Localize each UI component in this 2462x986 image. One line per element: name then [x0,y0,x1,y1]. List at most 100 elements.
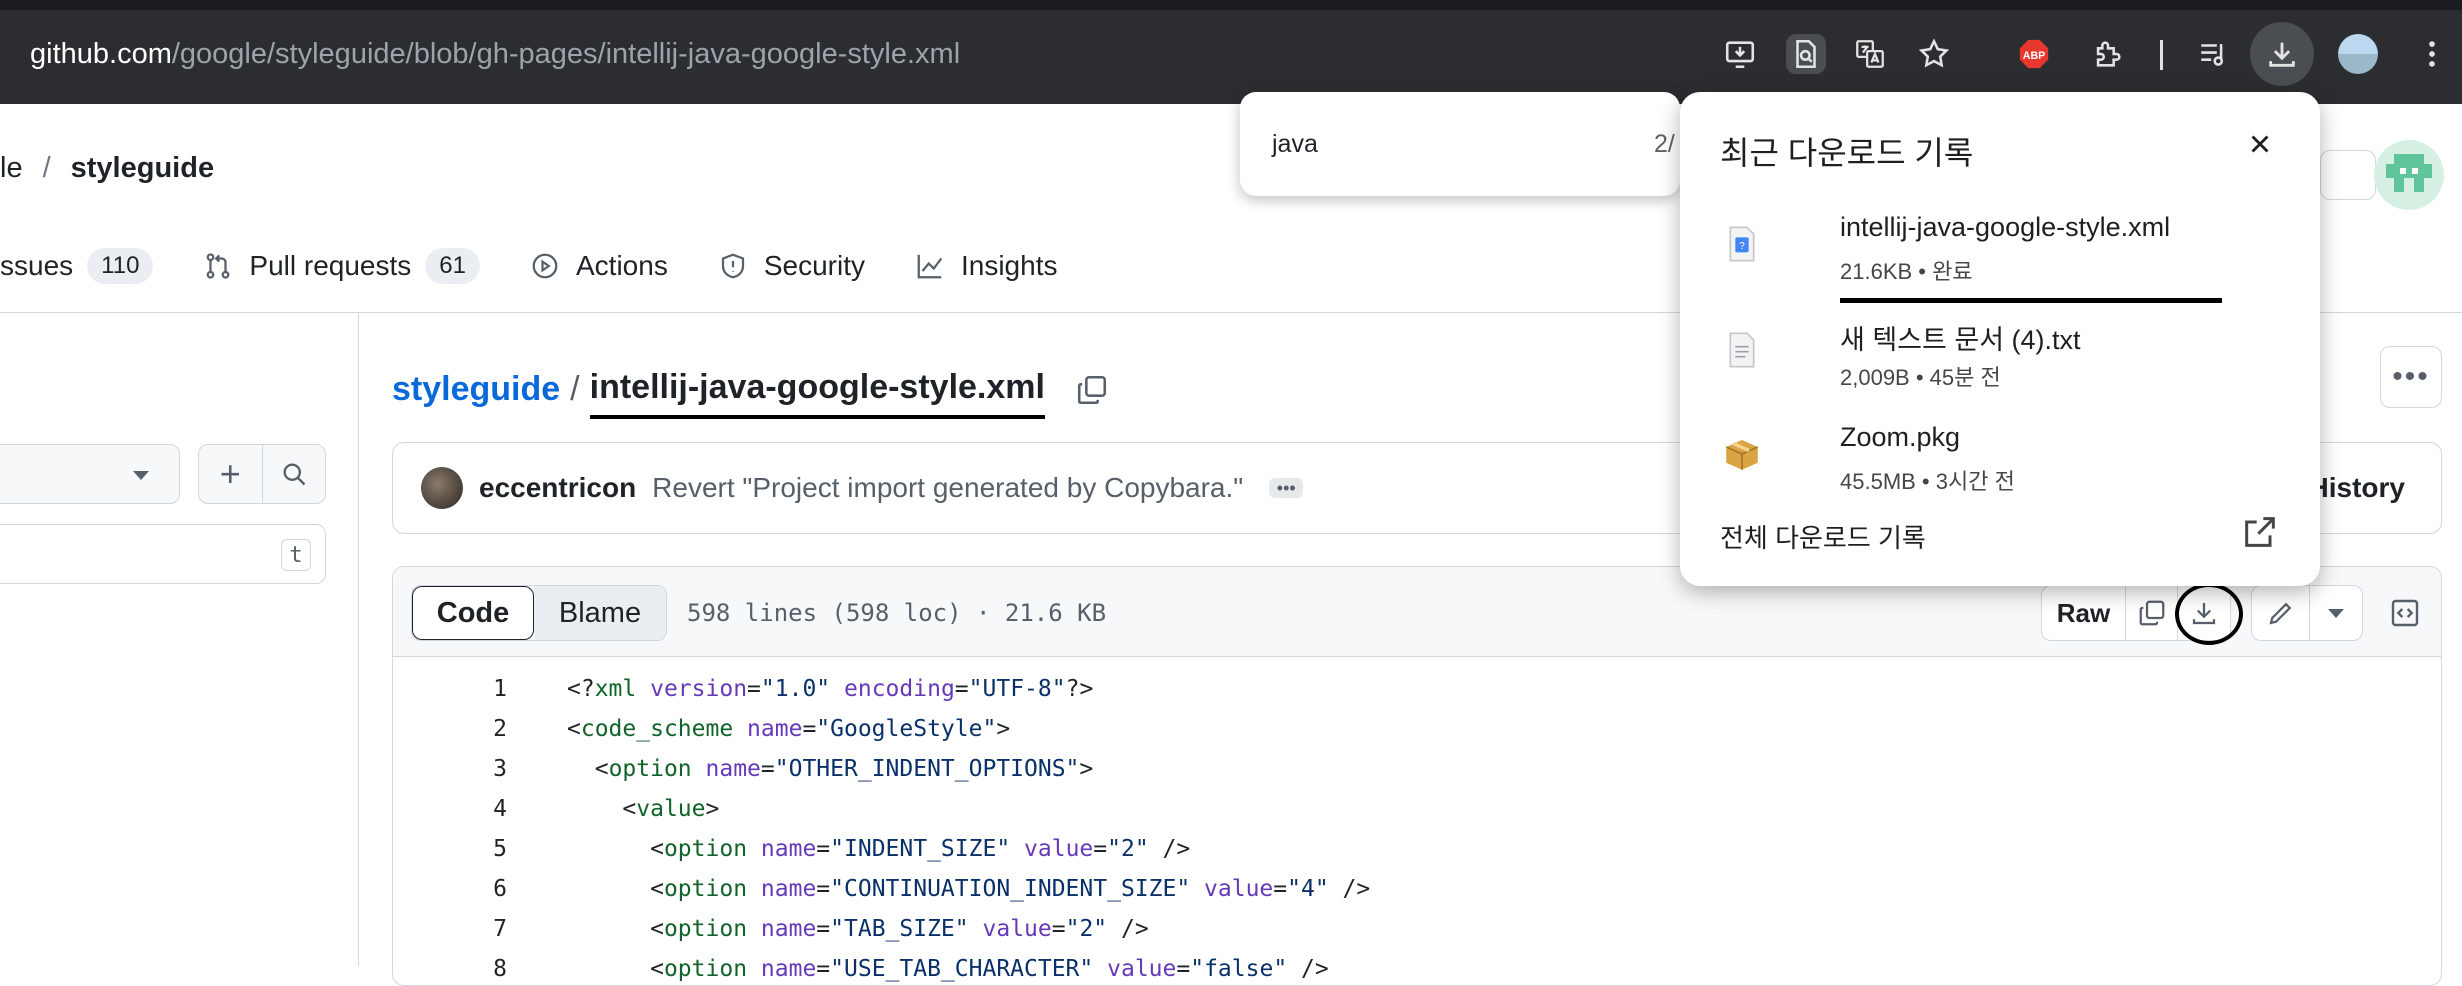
download-item[interactable]: ? intellij-java-google-style.xml 21.6KB … [1720,208,2280,303]
line-number[interactable]: 4 [393,796,507,822]
adblock-icon[interactable]: ABP [2014,34,2054,74]
highlight-underline [1840,298,2222,303]
find-match-count: 2/ [1654,130,1675,158]
profile-avatar-icon[interactable] [2338,34,2378,74]
file-viewer: Code Blame 598 lines (598 loc) · 21.6 KB… [392,566,2442,986]
download-item[interactable]: 새 텍스트 문서 (4).txt 2,009B • 45분 전 [1720,314,2280,404]
code-line: 2 <code_scheme name="GoogleStyle"> [393,709,2441,749]
breadcrumb-repo-link[interactable]: styleguide [392,370,560,409]
chevron-down-icon [2328,608,2344,618]
line-number[interactable]: 1 [393,676,507,702]
line-number[interactable]: 7 [393,916,507,942]
edit-dropdown-button[interactable] [2310,586,2362,640]
pull-request-icon [207,253,230,279]
raw-button[interactable]: Raw [2042,586,2126,640]
download-file-name: Zoom.pkg [1840,422,1961,452]
file-actions-group: + [198,444,326,504]
tab-label: Actions [576,250,668,281]
close-icon [2251,135,2269,153]
author-avatar[interactable] [421,467,463,509]
menu-kebab-icon[interactable] [2412,34,2452,74]
find-in-page-bar: java 2/ [1240,92,1680,196]
code-body: 1 <?xml version="1.0" encoding="UTF-8"?> 2… [393,657,2441,985]
edit-group [2251,585,2363,641]
media-control-icon[interactable] [2194,34,2234,74]
tab-label: ssues [0,250,74,281]
pr-count-badge: 61 [425,248,480,284]
open-external-icon[interactable] [2240,512,2280,552]
search-files-button[interactable] [263,445,326,503]
downloads-bubble: 최근 다운로드 기록 ? intellij-java-google-style.… [1680,92,2320,586]
tab-label: Pull requests [249,250,412,281]
breadcrumb-file-name: intellij-java-google-style.xml [589,368,1045,419]
sidebar-divider [358,313,359,966]
line-content: <option name="CONTINUATION_INDENT_SIZE" … [650,876,1371,902]
all-downloads-link[interactable]: 전체 다운로드 기록 [1720,518,1926,555]
line-content: <option name="OTHER_INDENT_OPTIONS"> [594,756,1094,782]
expand-commit-button[interactable]: ••• [1269,478,1304,498]
xml-file-icon: ? [1720,222,1764,266]
identicon-icon [2386,154,2432,192]
browser-toolbar: github.com/google/styleguide/blob/gh-pag… [0,0,2462,104]
line-number[interactable]: 8 [393,956,507,982]
line-number[interactable]: 3 [393,756,507,782]
tab-code[interactable]: Code [412,586,534,640]
text-file-icon [1720,328,1764,372]
commit-author[interactable]: eccentricon [479,472,636,504]
branch-selector[interactable] [0,444,180,504]
repo-owner-link[interactable]: le [0,152,23,184]
install-app-icon[interactable] [1720,34,1760,74]
edit-button[interactable] [2252,586,2310,640]
symbols-panel-button[interactable] [2377,585,2433,641]
search-icon [283,463,306,486]
line-content: <?xml version="1.0" encoding="UTF-8"?> [567,676,1094,702]
find-input[interactable]: java [1272,130,1318,159]
line-number[interactable]: 6 [393,876,507,902]
tab-issues[interactable]: ssues 110 [0,248,154,284]
code-line: 1 <?xml version="1.0" encoding="UTF-8"?> [393,669,2441,709]
copy-path-icon[interactable] [1075,373,1109,407]
tab-strip [0,0,2462,10]
repo-name-link[interactable]: styleguide [71,152,214,184]
download-icon[interactable] [2250,22,2314,86]
go-to-file-input[interactable]: t [0,524,326,584]
download-item[interactable]: Zoom.pkg 45.5MB • 3시간 전 [1720,418,2280,508]
tab-pull-requests[interactable]: Pull requests 61 [203,248,480,284]
history-link[interactable]: History [2309,472,2405,504]
tab-insights[interactable]: Insights [915,250,1057,282]
shield-icon [721,253,744,279]
tab-actions[interactable]: Actions [530,250,668,282]
toolbar-divider [2160,40,2163,70]
commit-message[interactable]: Revert "Project import generated by Copy… [652,472,1243,504]
graph-icon [917,254,943,279]
download-status: 21.6KB • 완료 [1840,259,1973,284]
code-line: 3 <option name="OTHER_INDENT_OPTIONS"> [393,749,2441,789]
kebab-horizontal-icon: ••• [2392,360,2430,393]
tab-blame[interactable]: Blame [534,586,666,640]
add-file-button[interactable]: + [199,445,263,503]
close-button[interactable] [2240,124,2280,164]
code-line: 7 <option name="TAB_SIZE" value="2" /> [393,909,2441,949]
translate-icon[interactable] [1850,34,1890,74]
code-blame-toggle: Code Blame [411,585,667,641]
actions-play-icon [532,253,558,279]
download-status: 2,009B • 45분 전 [1840,365,2001,390]
bookmark-star-icon[interactable] [1914,34,1954,74]
inbox-button[interactable] [2320,150,2376,200]
line-content: <value> [622,796,720,822]
user-avatar[interactable] [2374,140,2444,210]
url-host: github.com [30,38,172,70]
more-options-button[interactable]: ••• [2380,346,2442,408]
line-number[interactable]: 2 [393,716,507,742]
breadcrumb-separator: / [570,370,580,408]
tab-security[interactable]: Security [718,250,865,282]
line-number[interactable]: 5 [393,836,507,862]
address-bar[interactable]: github.com/google/styleguide/blob/gh-pag… [30,38,960,71]
download-file-name: 새 텍스트 문서 (4).txt [1840,325,2081,355]
copy-raw-button[interactable] [2126,586,2178,640]
repo-nav-tabs: ssues 110 Pull requests 61 Actions Secur… [0,246,1107,286]
download-status: 45.5MB • 3시간 전 [1840,469,2015,494]
svg-text:ABP: ABP [2023,50,2045,62]
page-search-icon[interactable] [1786,34,1826,74]
extensions-icon[interactable] [2088,34,2128,74]
